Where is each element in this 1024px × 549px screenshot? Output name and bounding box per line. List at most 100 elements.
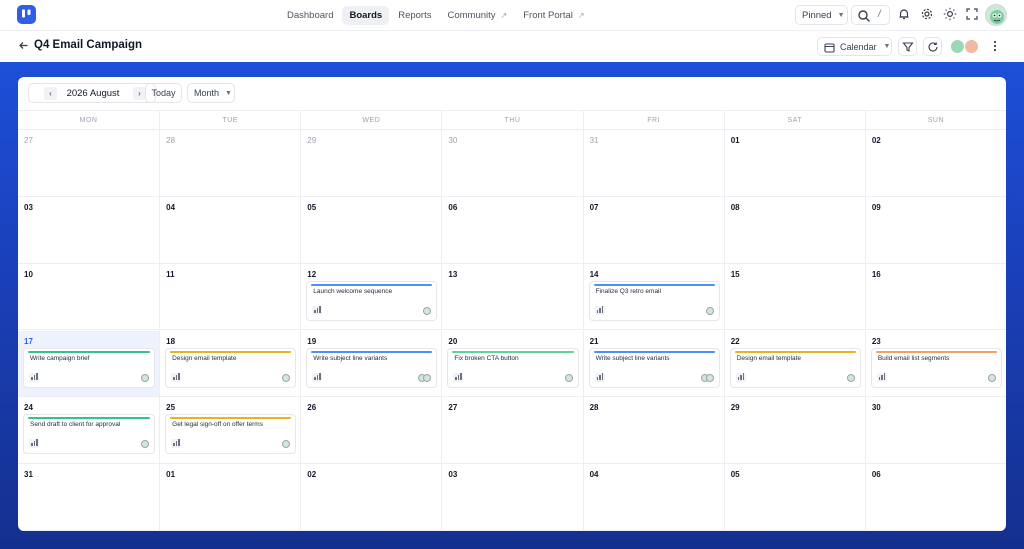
calendar-day[interactable]: 02 <box>864 130 1006 197</box>
calendar-day[interactable]: 05 <box>300 196 442 264</box>
calendar-day[interactable]: 23 Build email list segments <box>864 330 1006 398</box>
calendar-day[interactable]: 28 <box>159 130 301 197</box>
filter-icon <box>902 42 914 52</box>
calendar-day[interactable]: 16 <box>864 263 1006 331</box>
calendar-day[interactable]: 14 Finalize Q3 retro email <box>582 263 724 331</box>
calendar-day[interactable]: 27 <box>441 397 583 465</box>
calendar-day[interactable]: 10 <box>18 264 160 331</box>
refresh-button[interactable] <box>923 37 942 56</box>
day-number: 07 <box>589 202 599 212</box>
day-number: 06 <box>871 470 881 480</box>
task-card[interactable]: Send draft to client for approval <box>23 414 156 455</box>
nav-link-community[interactable]: Community ↗ <box>440 6 514 25</box>
calendar-day[interactable]: 03 <box>441 464 583 531</box>
calendar-day[interactable]: 31 <box>582 130 724 197</box>
nav-link-dashboard[interactable]: Dashboard <box>280 6 340 25</box>
filter-button[interactable] <box>898 37 917 56</box>
calendar-day[interactable]: 05 <box>723 464 865 531</box>
task-card[interactable]: Fix broken CTA button <box>447 347 579 388</box>
calendar-day[interactable]: 15 <box>723 263 865 331</box>
nav-link-reports[interactable]: Reports <box>391 6 438 25</box>
calendar-mode-dropdown[interactable]: Month ▼ <box>187 83 235 103</box>
day-number: 02 <box>871 136 881 145</box>
calendar-day[interactable]: 08 <box>723 196 865 264</box>
assignee-avatar <box>564 373 573 382</box>
nav-link-front-portal[interactable]: Front Portal ↗ <box>516 6 591 25</box>
search-icon <box>858 10 870 22</box>
month-label: 2026 August <box>66 88 120 99</box>
nav-link-boards[interactable]: Boards <box>342 5 390 25</box>
task-card[interactable]: Finalize Q3 retro email <box>588 280 720 321</box>
calendar-day[interactable]: 01 <box>723 130 865 197</box>
calendar-day[interactable]: 25 Get legal sign-off on offer terms <box>159 397 301 465</box>
task-color-bar <box>170 350 292 353</box>
calendar-day[interactable]: 30 <box>441 130 583 197</box>
prev-month-button[interactable]: ‹ <box>44 87 57 100</box>
calendar-day[interactable]: 22 Design email template <box>723 330 865 398</box>
calendar-day[interactable]: 13 <box>441 263 583 331</box>
task-card[interactable]: Write subject line variants <box>306 347 438 388</box>
calendar-day[interactable]: 19 Write subject line variants <box>300 330 442 398</box>
page-title: Q4 Email Campaign <box>34 39 143 51</box>
calendar-day[interactable]: 29 <box>723 397 865 465</box>
task-title: Get legal sign-off on offer terms <box>172 421 263 429</box>
calendar-day[interactable]: 28 <box>582 397 724 465</box>
fullscreen-icon[interactable] <box>965 7 979 21</box>
calendar-day[interactable]: 11 <box>159 263 301 331</box>
task-card[interactable]: Get legal sign-off on offer terms <box>165 414 297 455</box>
calendar-day[interactable]: 21 Write subject line variants <box>582 330 724 398</box>
calendar-day-today[interactable]: 17 Write campaign brief <box>18 330 160 398</box>
task-card[interactable]: Build email list segments <box>870 347 1002 388</box>
priority-bars-icon <box>312 305 323 315</box>
back-arrow-icon[interactable] <box>18 40 29 51</box>
calendar-day[interactable]: 31 <box>18 464 160 531</box>
today-button[interactable]: Today <box>145 83 182 103</box>
day-number: 25 <box>166 403 176 413</box>
task-card[interactable]: Write subject line variants <box>588 347 720 388</box>
chevron-down-icon: ▼ <box>837 11 845 19</box>
calendar-day[interactable]: 12 Launch welcome sequence <box>300 263 442 331</box>
calendar-day[interactable]: 01 <box>159 464 301 531</box>
calendar-day[interactable]: 30 <box>864 397 1006 465</box>
bell-icon[interactable] <box>897 7 911 21</box>
calendar-day[interactable]: 27 <box>18 130 160 197</box>
calendar-day[interactable]: 18 Design email template <box>159 330 301 398</box>
gear-icon[interactable] <box>920 7 934 21</box>
day-number: 16 <box>871 269 881 279</box>
task-card[interactable]: Write campaign brief <box>23 347 156 388</box>
calendar-day[interactable]: 24 Send draft to client for approval <box>18 397 160 465</box>
calendar-day[interactable]: 29 <box>300 130 442 197</box>
user-avatar[interactable] <box>985 4 1007 26</box>
calendar-day[interactable]: 02 <box>300 464 442 531</box>
task-card[interactable]: Design email template <box>729 347 861 388</box>
nav-link-label: Boards <box>349 9 383 21</box>
priority-bars-icon <box>876 372 887 382</box>
assignee-avatars <box>987 373 996 382</box>
app-logo-icon[interactable] <box>17 5 36 24</box>
priority-bars-icon <box>312 372 323 382</box>
calendar-day[interactable]: 26 <box>300 397 442 465</box>
task-color-bar <box>734 350 856 353</box>
more-vertical-icon[interactable] <box>993 40 997 52</box>
calendar-day[interactable]: 06 <box>864 464 1006 531</box>
calendar-day[interactable]: 20 Fix broken CTA button <box>441 330 583 398</box>
member-avatar[interactable] <box>964 39 979 54</box>
calendar-day[interactable]: 04 <box>582 464 724 531</box>
assignee-avatars <box>846 373 855 382</box>
sun-icon[interactable] <box>943 7 957 21</box>
day-number: 03 <box>24 202 33 212</box>
task-card[interactable]: Design email template <box>165 347 297 388</box>
calendar-day[interactable]: 07 <box>582 196 724 264</box>
calendar-day[interactable]: 04 <box>159 196 301 264</box>
calendar-day[interactable]: 06 <box>441 196 583 264</box>
task-title: Launch welcome sequence <box>313 287 393 295</box>
calendar-day[interactable]: 03 <box>18 197 160 264</box>
task-card[interactable]: Launch welcome sequence <box>306 280 438 321</box>
day-number: 31 <box>589 136 599 145</box>
member-avatar[interactable] <box>950 39 965 54</box>
calendar-day[interactable]: 09 <box>864 196 1006 264</box>
pinned-dropdown[interactable]: Pinned ▼ <box>795 5 848 25</box>
view-switcher-dropdown[interactable]: Calendar ▼ <box>817 37 892 56</box>
search-button[interactable]: / <box>851 5 890 25</box>
day-number: 29 <box>307 136 317 145</box>
